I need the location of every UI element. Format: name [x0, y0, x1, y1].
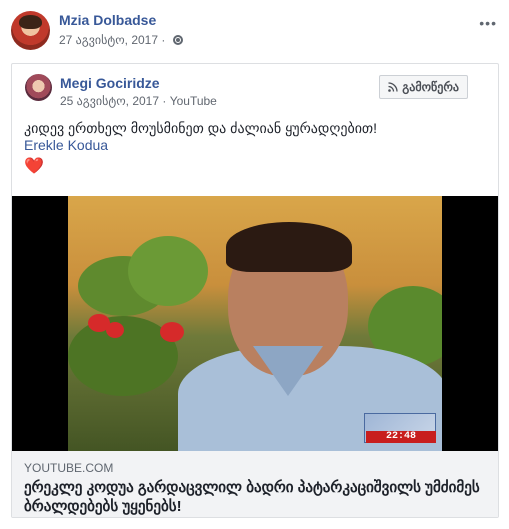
globe-icon [173, 35, 184, 45]
rss-icon [388, 82, 398, 92]
video-clock: 22:48 [366, 431, 436, 443]
video-thumbnail[interactable]: 22:48 [68, 196, 442, 451]
subscribe-button[interactable]: გამოწერა [379, 75, 468, 99]
shared-post-text: კიდევ ერთხელ მოუსმინეთ და ძალიან ყურადღე… [24, 120, 378, 136]
shared-post-card: Megi Gociridze 25 აგვისტო, 2017 · YouTub… [11, 63, 499, 518]
more-options-button[interactable]: ••• [479, 15, 497, 31]
shared-post-meta[interactable]: 25 აგვისტო, 2017 · YouTube [60, 94, 217, 108]
post-meta: 27 აგვისტო, 2017 · [59, 33, 184, 47]
shared-author-name[interactable]: Megi Gociridze [60, 75, 160, 91]
author-name[interactable]: Mzia Dolbadse [59, 12, 156, 28]
heart-emoji: ❤️ [24, 158, 44, 175]
link-title[interactable]: ერეკლე კოდუა გარდაცვლილ ბადრი პატარკაციშ… [24, 478, 484, 516]
subscribe-label: გამოწერა [402, 80, 459, 94]
link-preview[interactable]: YOUTUBE.COM ერეკლე კოდუა გარდაცვლილ ბადრ… [12, 451, 498, 517]
link-domain: YOUTUBE.COM [24, 461, 114, 475]
shared-author-avatar[interactable] [25, 74, 52, 101]
author-avatar[interactable] [11, 11, 50, 50]
video-player[interactable]: 22:48 [12, 196, 498, 451]
post-date[interactable]: 27 აგვისტო, 2017 · [59, 33, 165, 47]
mention-link[interactable]: Erekle Kodua [24, 137, 108, 153]
